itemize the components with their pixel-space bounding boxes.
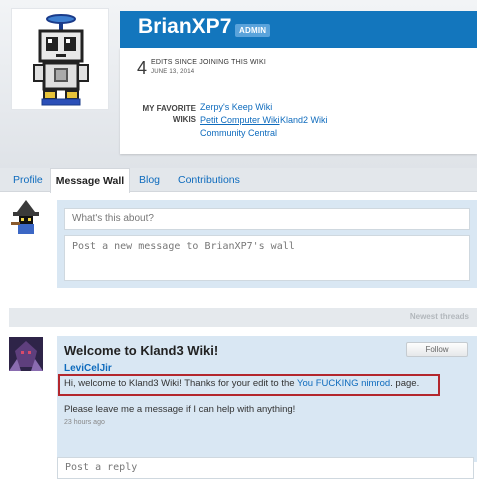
admin-badge: ADMIN xyxy=(235,24,271,37)
favorite-wiki-link[interactable]: Kland2 Wiki xyxy=(280,115,328,125)
tab-contributions[interactable]: Contributions xyxy=(178,168,240,192)
message-line-2: Please leave me a message if I can help … xyxy=(64,404,296,415)
favorite-wiki-link[interactable]: Zerpy's Keep Wiki xyxy=(200,102,272,112)
author-avatar-icon xyxy=(9,337,43,371)
message-title-input[interactable]: What's this about? xyxy=(64,208,470,230)
tab-profile[interactable]: Profile xyxy=(13,168,43,192)
timestamp[interactable]: 23 hours ago xyxy=(64,419,105,426)
edit-count: 4 xyxy=(137,58,148,78)
user-name: BrianXP7 xyxy=(138,15,232,38)
black-mage-avatar-icon xyxy=(11,200,39,234)
favorite-wikis-label: MY FAVORITE WIKIS xyxy=(142,104,197,124)
reply-input[interactable]: Post a reply xyxy=(57,457,474,479)
tab-blog[interactable]: Blog xyxy=(139,168,160,192)
favorite-wiki-link[interactable]: Community Central xyxy=(200,128,277,138)
threads-sort-bar: Newest threads xyxy=(9,308,477,327)
author-link[interactable]: LeviCelJir xyxy=(64,363,112,374)
join-date: JUNE 13, 2014 xyxy=(151,69,195,75)
message-text: Hi, welcome to Kland3 Wiki! Thanks for y… xyxy=(64,378,298,389)
message-body-input[interactable]: Post a new message to BrianXP7's wall xyxy=(64,235,470,281)
message-text: . page. xyxy=(390,378,420,389)
message-thread: Welcome to Kland3 Wiki! Follow LeviCelJi… xyxy=(57,336,477,462)
new-message-form: What's this about? Post a new message to… xyxy=(57,200,477,288)
message-line: Hi, welcome to Kland3 Wiki! Thanks for y… xyxy=(64,378,419,389)
user-name-bar: BrianXP7 ADMIN xyxy=(120,11,477,48)
follow-button[interactable]: Follow xyxy=(406,342,468,357)
edits-label: EDITS SINCE JOINING THIS WIKI xyxy=(151,59,266,66)
tab-message-wall[interactable]: Message Wall xyxy=(50,168,130,193)
favorite-wiki-link[interactable]: Petit Computer Wiki xyxy=(200,115,280,125)
message-link[interactable]: You FUCKING nimrod xyxy=(297,378,390,389)
robot-avatar-icon xyxy=(33,14,89,106)
thread-title[interactable]: Welcome to Kland3 Wiki! xyxy=(64,343,218,358)
profile-tabs: Profile Message Wall Blog Contributions xyxy=(0,168,477,193)
profile-avatar xyxy=(11,8,109,110)
profile-info-card: 4 EDITS SINCE JOINING THIS WIKI JUNE 13,… xyxy=(120,48,477,154)
sort-newest-threads[interactable]: Newest threads xyxy=(410,312,469,321)
